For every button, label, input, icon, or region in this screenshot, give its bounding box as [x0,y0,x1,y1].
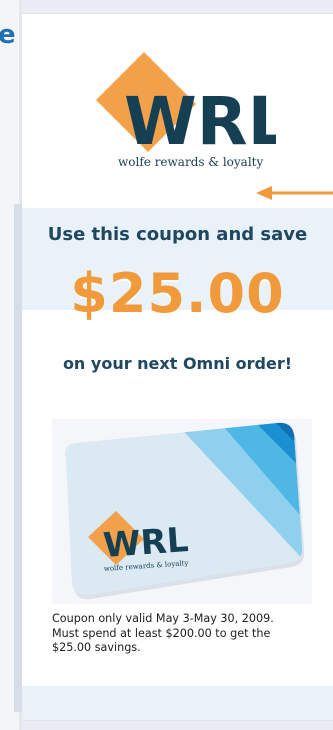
terms-line: Coupon only valid May 3-May 30, 2009. [52,612,274,625]
coupon-panel: WRL wolfe rewards & loyalty Use this cou… [14,14,333,720]
terms-text: Coupon only valid May 3-May 30, 2009. Mu… [52,612,322,656]
coupon-subline: on your next Omni order! [62,354,293,373]
logo-area: WRL wolfe rewards & loyalty [22,14,333,204]
terms-line: $25.00 savings. [52,641,141,654]
partial-heading-text: e [0,20,16,50]
logo-tagline: wolfe rewards & loyalty [118,155,263,169]
footer-band [22,686,333,720]
loyalty-card-image: WRL wolfe rewards & loyalty [65,422,305,600]
panel-shadow-strip [14,204,22,712]
arrow-icon [256,186,333,200]
logo-letters: WRL [124,83,276,160]
coupon-amount: $25.00 [70,262,285,325]
card-image-area: WRL wolfe rewards & loyalty [52,419,312,604]
wrl-logo: WRL wolfe rewards & loyalty [96,52,276,169]
terms-line: Must spend at least $200.00 to get the [52,626,271,640]
coupon-headline: Use this coupon and save [47,224,308,245]
